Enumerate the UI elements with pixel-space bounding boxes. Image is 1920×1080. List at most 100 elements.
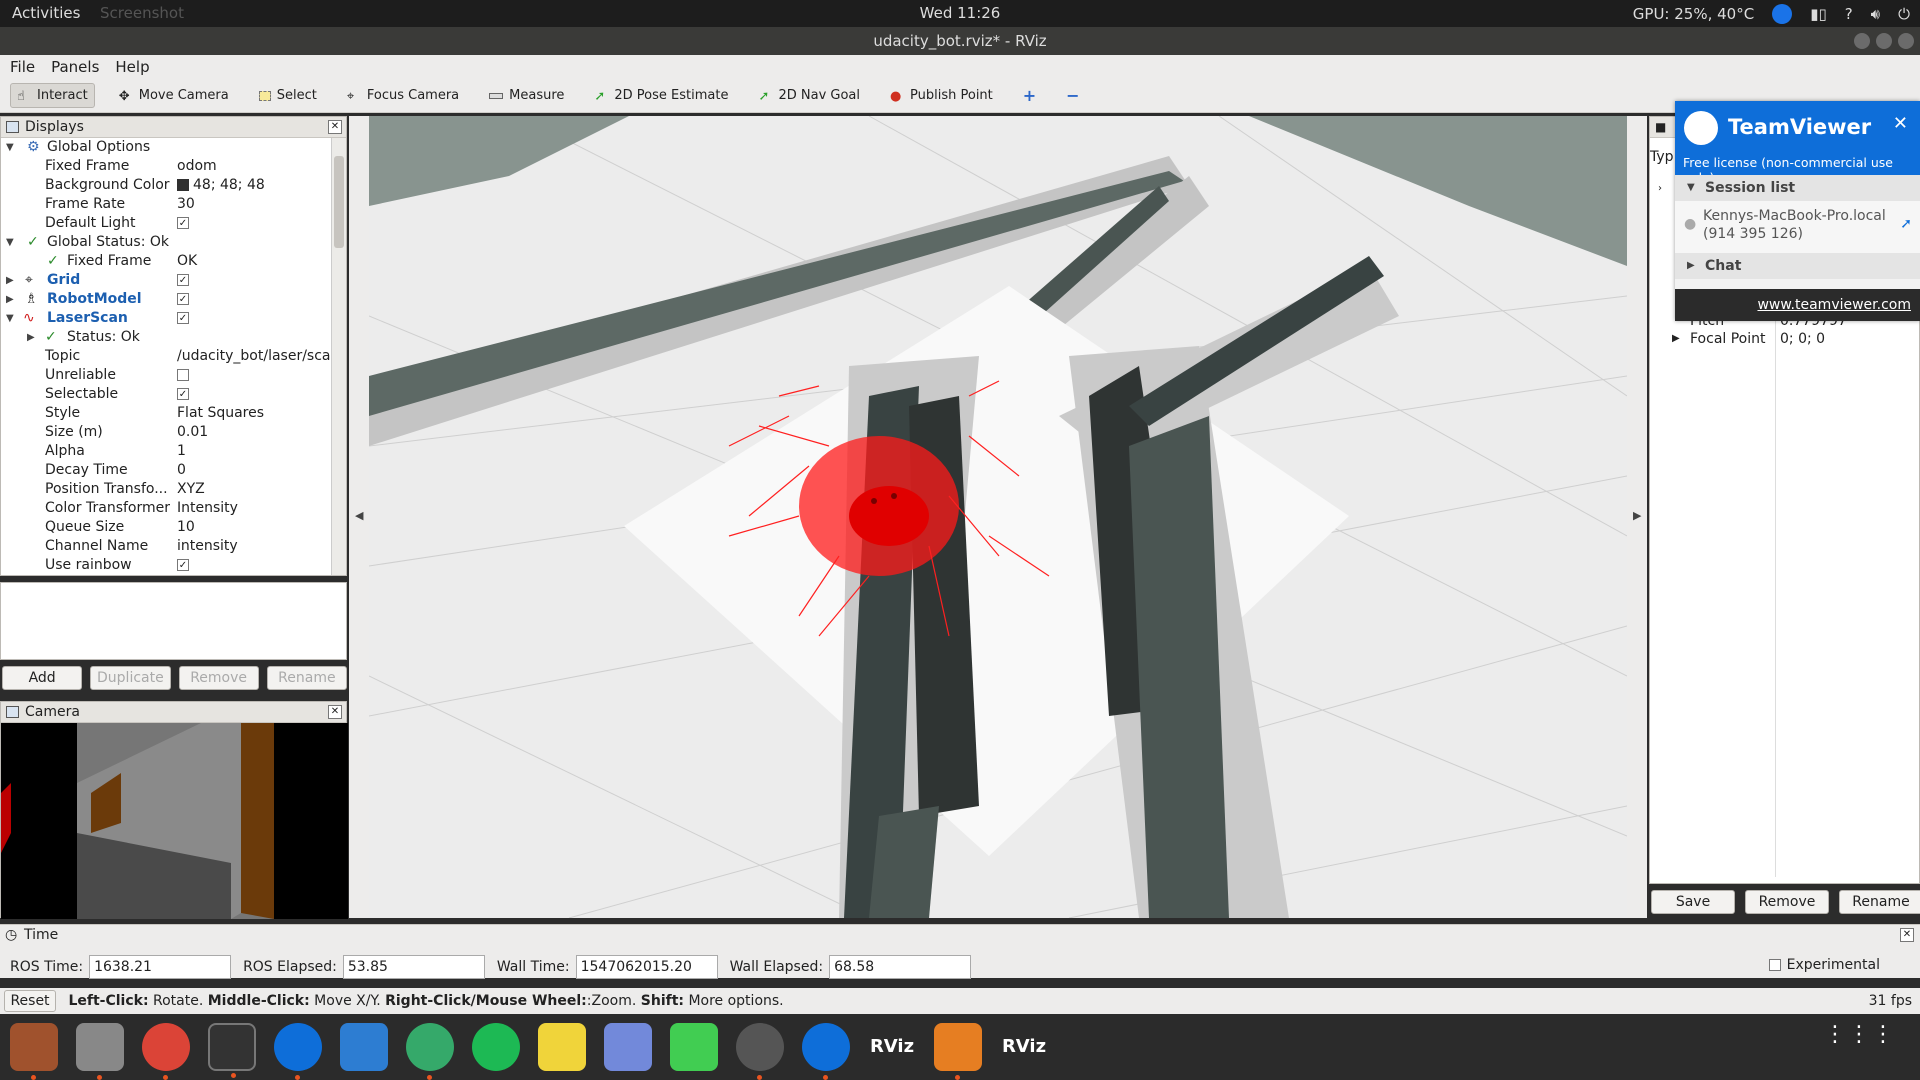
- expand-right-icon[interactable]: ›: [1658, 183, 1662, 194]
- expand-down-icon[interactable]: ▼: [6, 138, 14, 157]
- expand-down-icon[interactable]: ▼: [6, 309, 14, 328]
- rviz-app-icon[interactable]: RViz: [1000, 1023, 1048, 1071]
- network-icon[interactable]: ▮▯: [1810, 5, 1827, 23]
- focal-point-value[interactable]: 0; 0; 0: [1780, 331, 1825, 347]
- tree-row-decay-time[interactable]: Decay Time 0: [1, 461, 331, 480]
- tree-value[interactable]: Flat Squares: [177, 404, 331, 423]
- move-camera-tool-button[interactable]: ✥ Move Camera: [113, 84, 235, 107]
- reset-button[interactable]: Reset: [4, 990, 56, 1012]
- teamviewer-app-icon[interactable]: [802, 1023, 850, 1080]
- gpu-indicator[interactable]: GPU: 25%, 40°C: [1633, 5, 1754, 23]
- discord-app-icon[interactable]: [604, 1023, 652, 1071]
- tree-value[interactable]: /udacity_bot/laser/scan: [177, 347, 331, 366]
- qt-creator-app-icon[interactable]: [670, 1023, 718, 1071]
- tree-value[interactable]: Intensity: [177, 499, 331, 518]
- tree-row-use-rainbow[interactable]: Use rainbow ✓: [1, 556, 331, 575]
- tree-value[interactable]: 0: [177, 461, 331, 480]
- checkbox[interactable]: ✓: [177, 293, 189, 305]
- ros-time-field[interactable]: 1638.21: [89, 955, 232, 979]
- rviz-app-icon[interactable]: RViz: [868, 1023, 916, 1071]
- tree-row-fixed-frame-status[interactable]: ✓ Fixed Frame OK: [1, 252, 331, 271]
- tree-row-channel-name[interactable]: Channel Name intensity: [1, 537, 331, 556]
- 3d-render-view[interactable]: [369, 116, 1627, 918]
- tree-row-laser-status[interactable]: ▶ ✓ Status: Ok: [1, 328, 331, 347]
- menu-help[interactable]: Help: [115, 55, 149, 79]
- close-panel-button[interactable]: ✕: [328, 120, 342, 134]
- expand-right-icon[interactable]: ▶: [6, 271, 14, 290]
- scrollbar-thumb[interactable]: [334, 156, 344, 248]
- expand-right-icon[interactable]: ▶: [27, 328, 35, 347]
- tree-row-frame-rate[interactable]: Frame Rate 30: [1, 195, 331, 214]
- close-panel-button[interactable]: ✕: [328, 705, 342, 719]
- session-item[interactable]: ● Kennys-MacBook-Pro.local (914 395 126)…: [1675, 201, 1920, 253]
- experimental-toggle[interactable]: Experimental: [1768, 957, 1880, 973]
- tree-row-alpha[interactable]: Alpha 1: [1, 442, 331, 461]
- virtualbox-app-icon[interactable]: [340, 1023, 388, 1071]
- add-display-button[interactable]: Add: [2, 666, 83, 690]
- remove-display-button[interactable]: Remove: [178, 666, 259, 690]
- tree-value[interactable]: 10: [177, 518, 331, 537]
- collapse-left-icon[interactable]: ◀: [355, 509, 363, 522]
- expand-down-icon[interactable]: ▼: [6, 233, 14, 252]
- atom-app-icon[interactable]: [406, 1023, 454, 1080]
- help-icon[interactable]: ?: [1845, 5, 1853, 23]
- checkbox[interactable]: ✓: [177, 217, 189, 229]
- tree-row-global-status[interactable]: ▼ ✓ Global Status: Ok: [1, 233, 331, 252]
- session-list-header[interactable]: ▼ Session list: [1675, 175, 1920, 201]
- tree-row-style[interactable]: Style Flat Squares: [1, 404, 331, 423]
- remove-tool-button[interactable]: −: [1060, 82, 1085, 109]
- tree-value[interactable]: XYZ: [177, 480, 331, 499]
- tree-row-selectable[interactable]: Selectable ✓: [1, 385, 331, 404]
- tree-row-default-light[interactable]: Default Light ✓: [1, 214, 331, 233]
- maximize-button[interactable]: [1876, 33, 1892, 49]
- ros-elapsed-field[interactable]: 53.85: [342, 955, 485, 979]
- measure-tool-button[interactable]: Measure: [483, 84, 570, 107]
- displays-scrollbar[interactable]: [331, 138, 346, 575]
- wall-elapsed-field[interactable]: 68.58: [829, 955, 972, 979]
- tree-value[interactable]: 48; 48; 48: [177, 176, 331, 195]
- experimental-checkbox[interactable]: [1768, 959, 1781, 971]
- checkbox[interactable]: ✓: [177, 312, 189, 324]
- publish-point-tool-button[interactable]: ● Publish Point: [884, 84, 999, 107]
- teamviewer-app-icon[interactable]: [274, 1023, 322, 1080]
- nav-goal-tool-button[interactable]: ➚ 2D Nav Goal: [752, 84, 866, 107]
- notes-app-icon[interactable]: [538, 1023, 586, 1071]
- power-icon[interactable]: ⏻: [1898, 5, 1910, 23]
- menu-file[interactable]: File: [10, 55, 35, 79]
- checkbox[interactable]: ✓: [177, 274, 189, 286]
- settings-app-icon[interactable]: [76, 1023, 124, 1080]
- tree-row-color-transformer[interactable]: Color Transformer Intensity: [1, 499, 331, 518]
- spotify-app-icon[interactable]: [472, 1023, 520, 1071]
- focus-camera-tool-button[interactable]: ⌖ Focus Camera: [341, 84, 465, 107]
- rename-display-button[interactable]: Rename: [266, 666, 347, 690]
- checkbox[interactable]: ✓: [177, 388, 189, 400]
- close-panel-button[interactable]: ✕: [1900, 928, 1914, 942]
- tree-row-robotmodel[interactable]: ▶ ♗ RobotModel ✓: [1, 290, 331, 309]
- checkbox[interactable]: [177, 369, 189, 381]
- save-view-button[interactable]: Save: [1651, 890, 1735, 914]
- tree-value[interactable]: intensity: [177, 537, 331, 556]
- pose-estimate-tool-button[interactable]: ➚ 2D Pose Estimate: [588, 84, 734, 107]
- terminal-app-icon[interactable]: [208, 1023, 256, 1078]
- tree-row-laserscan[interactable]: ▼ ∿ LaserScan ✓: [1, 309, 331, 328]
- checkbox[interactable]: ✓: [177, 559, 189, 571]
- tree-row-background-color[interactable]: Background Color 48; 48; 48: [1, 176, 331, 195]
- select-tool-button[interactable]: Select: [253, 84, 323, 107]
- add-tool-button[interactable]: +: [1017, 82, 1042, 109]
- wall-time-field[interactable]: 1547062015.20: [575, 955, 718, 979]
- collapse-right-icon[interactable]: ▶: [1633, 509, 1641, 522]
- rename-view-button[interactable]: Rename: [1839, 890, 1920, 914]
- tree-value[interactable]: odom: [177, 157, 331, 176]
- close-window-button[interactable]: [1898, 33, 1914, 49]
- chat-header[interactable]: ▶ Chat: [1675, 253, 1920, 279]
- tree-row-grid[interactable]: ▶ ⌖ Grid ✓: [1, 271, 331, 290]
- interact-tool-button[interactable]: ☝ Interact: [10, 83, 95, 108]
- software-updater-app-icon[interactable]: [736, 1023, 784, 1080]
- connect-arrow-icon[interactable]: ➚: [1900, 215, 1912, 233]
- teamviewer-link[interactable]: www.teamviewer.com: [1675, 289, 1920, 321]
- tree-value[interactable]: 30: [177, 195, 331, 214]
- tree-row-size[interactable]: Size (m) 0.01: [1, 423, 331, 442]
- tree-row-topic[interactable]: Topic /udacity_bot/laser/scan: [1, 347, 331, 366]
- tree-row-unreliable[interactable]: Unreliable: [1, 366, 331, 385]
- tree-row-global-options[interactable]: ▼ ⚙ Global Options: [1, 138, 331, 157]
